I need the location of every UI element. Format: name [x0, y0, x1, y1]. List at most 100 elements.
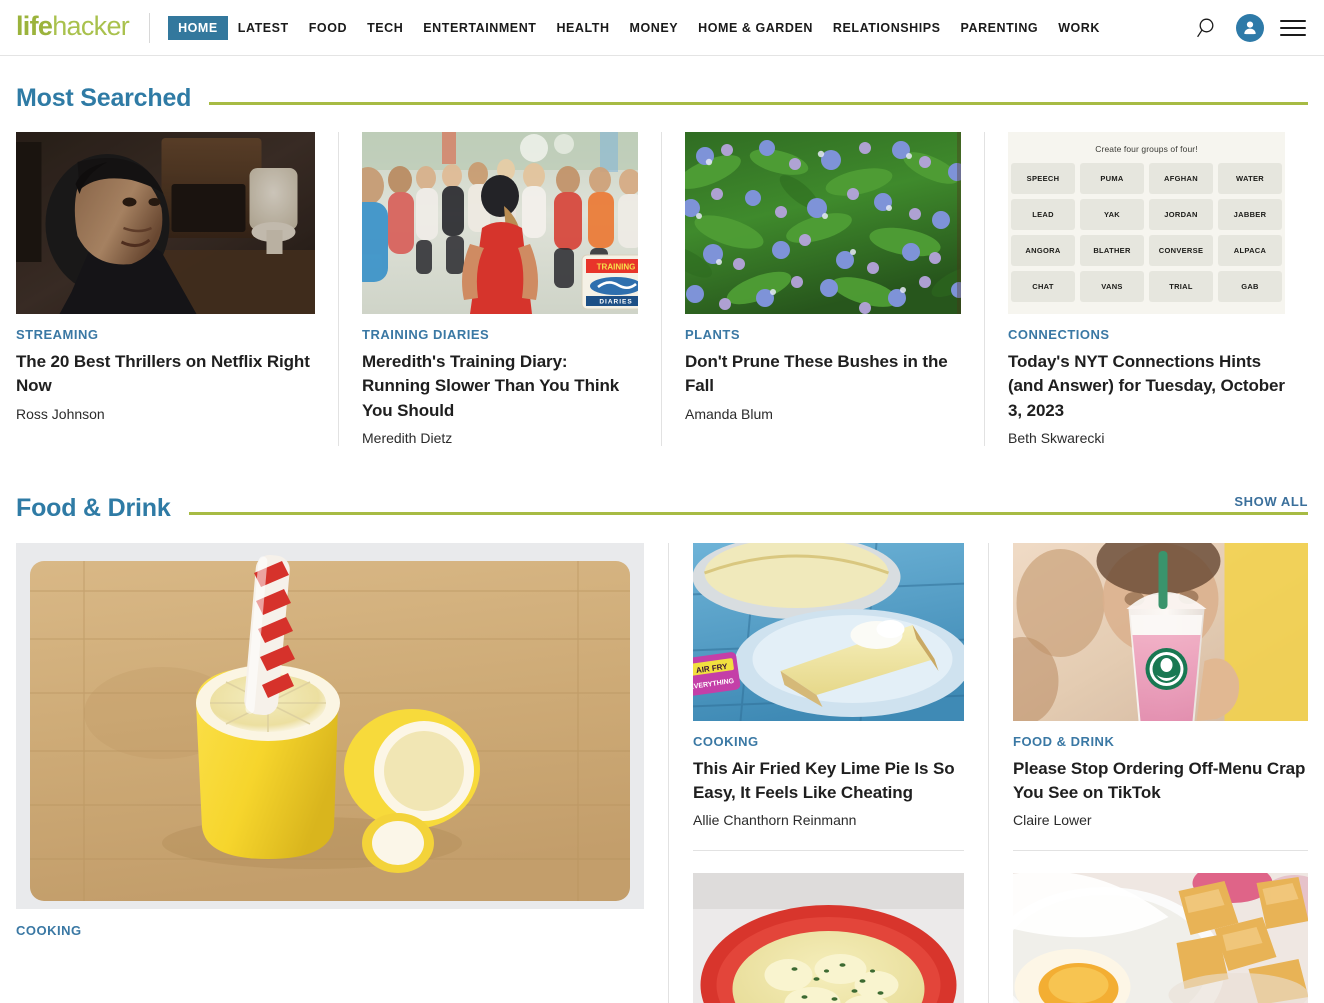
article-byline[interactable]: Allie Chanthorn Reinmann	[693, 812, 964, 828]
nav-label: HOME & GARDEN	[698, 20, 813, 35]
section-rule	[209, 102, 1308, 105]
article-byline[interactable]: Amanda Blum	[685, 406, 961, 422]
article-headline[interactable]: Today's NYT Connections Hints (and Answe…	[1008, 350, 1285, 423]
puzzle-tile[interactable]: TRIAL	[1149, 271, 1213, 302]
lemon-candy-cane-straw-thumbnail[interactable]	[16, 542, 644, 909]
nav-item-work[interactable]: WORK	[1048, 15, 1110, 41]
nyt-connections-puzzle-thumbnail[interactable]: Create four groups of four! SPEECH PUMA …	[1008, 132, 1285, 314]
puzzle-grid: SPEECH PUMA AFGHAN WATER LEAD YAK JORDAN…	[1011, 163, 1282, 302]
nav-label: RELATIONSHIPS	[832, 20, 941, 35]
logo-text-hacker: hacker	[52, 10, 130, 41]
header-divider	[149, 12, 151, 43]
site-logo[interactable]: lifehacker	[16, 10, 130, 43]
article-kicker[interactable]: COOKING	[16, 923, 644, 938]
article-byline[interactable]: Ross Johnson	[16, 406, 315, 422]
article-kicker[interactable]: TRAINING DIARIES	[362, 327, 638, 342]
article-kicker[interactable]: CONNECTIONS	[1008, 327, 1285, 342]
article-headline[interactable]: This Air Fried Key Lime Pie Is So Easy, …	[693, 757, 964, 806]
puzzle-tile[interactable]: BLATHER	[1080, 235, 1144, 266]
hamburger-line	[1280, 19, 1306, 22]
svg-text:DIARIES: DIARIES	[599, 299, 632, 306]
nav-label: WORK	[1058, 20, 1100, 35]
column-divider	[1013, 850, 1308, 852]
food-column-2: FOOD & DRINK Please Stop Ordering Off-Me…	[988, 542, 1308, 1003]
article-kicker[interactable]: PLANTS	[685, 327, 961, 342]
puzzle-tile[interactable]: ANGORA	[1011, 235, 1075, 266]
search-icon[interactable]	[1196, 16, 1220, 40]
column-divider	[693, 850, 964, 852]
marathon-runners-thumbnail[interactable]: TRAINING DIARIES	[362, 132, 638, 314]
lead-article-card[interactable]: COOKING	[16, 542, 668, 1003]
article-card[interactable]: PLANTS Don't Prune These Bushes in the F…	[662, 132, 985, 446]
article-kicker[interactable]: FOOD & DRINK	[1013, 734, 1308, 749]
nav-item-relationships[interactable]: RELATIONSHIPS	[823, 15, 951, 41]
puzzle-tile[interactable]: LEAD	[1011, 199, 1075, 230]
article-headline[interactable]: Please Stop Ordering Off-Menu Crap You S…	[1013, 757, 1308, 806]
nav-item-entertainment[interactable]: ENTERTAINMENT	[413, 15, 546, 41]
hamburger-line	[1280, 33, 1306, 36]
article-card[interactable]: AIR FRY EVERYTHING COOKING This Air Frie…	[693, 542, 964, 828]
nav-item-home-and-garden[interactable]: HOME & GARDEN	[688, 15, 823, 41]
nav-item-health[interactable]: HEALTH	[546, 15, 619, 41]
svg-text:TRAINING: TRAINING	[597, 263, 636, 272]
article-card[interactable]	[693, 873, 964, 1003]
section-title: Food & Drink	[16, 493, 171, 522]
nav-label: FOOD	[308, 20, 348, 35]
header-actions	[1196, 13, 1306, 42]
key-lime-pie-slice-thumbnail[interactable]: AIR FRY EVERYTHING	[693, 542, 964, 721]
article-card[interactable]: FOOD & DRINK Please Stop Ordering Off-Me…	[1013, 542, 1308, 828]
article-byline[interactable]: Meredith Dietz	[362, 430, 638, 446]
article-byline[interactable]: Beth Skwarecki	[1008, 430, 1285, 446]
article-card[interactable]: TRAINING DIARIES TRAINING DIARIES Meredi…	[339, 132, 662, 446]
article-headline[interactable]: The 20 Best Thrillers on Netflix Right N…	[16, 350, 315, 399]
nav-item-latest[interactable]: LATEST	[228, 15, 299, 41]
show-all-link[interactable]: SHOW ALL	[1234, 494, 1308, 509]
nav-label: MONEY	[629, 20, 679, 35]
nav-label: HOME	[178, 20, 218, 35]
puzzle-tile[interactable]: CONVERSE	[1149, 235, 1213, 266]
nav-item-home[interactable]: HOME	[168, 15, 228, 40]
article-kicker[interactable]: STREAMING	[16, 327, 315, 342]
puzzle-tile[interactable]: GAB	[1218, 271, 1282, 302]
nav-label: HEALTH	[556, 20, 610, 35]
nav-label: ENTERTAINMENT	[423, 20, 537, 35]
puzzle-tile[interactable]: JABBER	[1218, 199, 1282, 230]
user-avatar-icon[interactable]	[1236, 13, 1264, 42]
most-searched-grid: STREAMING The 20 Best Thrillers on Netfl…	[16, 132, 1308, 446]
puzzle-tile[interactable]: AFGHAN	[1149, 163, 1213, 194]
puzzle-tile[interactable]: WATER	[1218, 163, 1282, 194]
nav-label: LATEST	[237, 20, 289, 35]
puzzle-tile[interactable]: SPEECH	[1011, 163, 1075, 194]
logo-text-life: life	[16, 10, 53, 41]
article-headline[interactable]: Meredith's Training Diary: Running Slowe…	[362, 350, 638, 423]
article-kicker[interactable]: COOKING	[693, 734, 964, 749]
thriller-film-still-thumbnail[interactable]	[16, 132, 315, 314]
article-headline[interactable]: Don't Prune These Bushes in the Fall	[685, 350, 961, 399]
starbucks-pink-drink-thumbnail[interactable]	[1013, 542, 1308, 721]
puzzle-tile[interactable]: VANS	[1080, 271, 1144, 302]
section-rule	[188, 511, 1308, 515]
puzzle-tile[interactable]: YAK	[1080, 199, 1144, 230]
food-and-drink-section: Food & Drink SHOW ALL COOKING AIR FRY EV…	[0, 446, 1324, 1003]
egg-and-chips-thumbnail[interactable]	[1013, 873, 1308, 1003]
nav-item-tech[interactable]: TECH	[357, 15, 413, 41]
food-and-drink-grid: COOKING AIR FRY EVERYTHING COOKING This …	[16, 542, 1308, 1003]
section-header-food-and-drink: Food & Drink SHOW ALL	[16, 446, 1308, 521]
puzzle-tile[interactable]: JORDAN	[1149, 199, 1213, 230]
nav-item-parenting[interactable]: PARENTING	[951, 15, 1049, 41]
puzzle-tile[interactable]: CHAT	[1011, 271, 1075, 302]
article-card[interactable]: STREAMING The 20 Best Thrillers on Netfl…	[16, 132, 339, 446]
nav-item-money[interactable]: MONEY	[620, 15, 689, 41]
article-card[interactable]	[1013, 873, 1308, 1003]
hydrangea-bush-thumbnail[interactable]	[685, 132, 961, 314]
nav-label: TECH	[367, 20, 404, 35]
hamburger-menu-icon[interactable]	[1280, 15, 1306, 41]
site-header: lifehacker HOME LATEST FOOD TECH ENTERTA…	[0, 0, 1324, 56]
mashed-potatoes-red-bowl-thumbnail[interactable]	[693, 873, 964, 1003]
article-card[interactable]: Create four groups of four! SPEECH PUMA …	[985, 132, 1308, 446]
puzzle-tile[interactable]: ALPACA	[1218, 235, 1282, 266]
nav-item-food[interactable]: FOOD	[299, 15, 357, 41]
puzzle-tile[interactable]: PUMA	[1080, 163, 1144, 194]
article-byline[interactable]: Claire Lower	[1013, 812, 1308, 828]
primary-navigation: HOME LATEST FOOD TECH ENTERTAINMENT HEAL…	[168, 15, 1188, 41]
